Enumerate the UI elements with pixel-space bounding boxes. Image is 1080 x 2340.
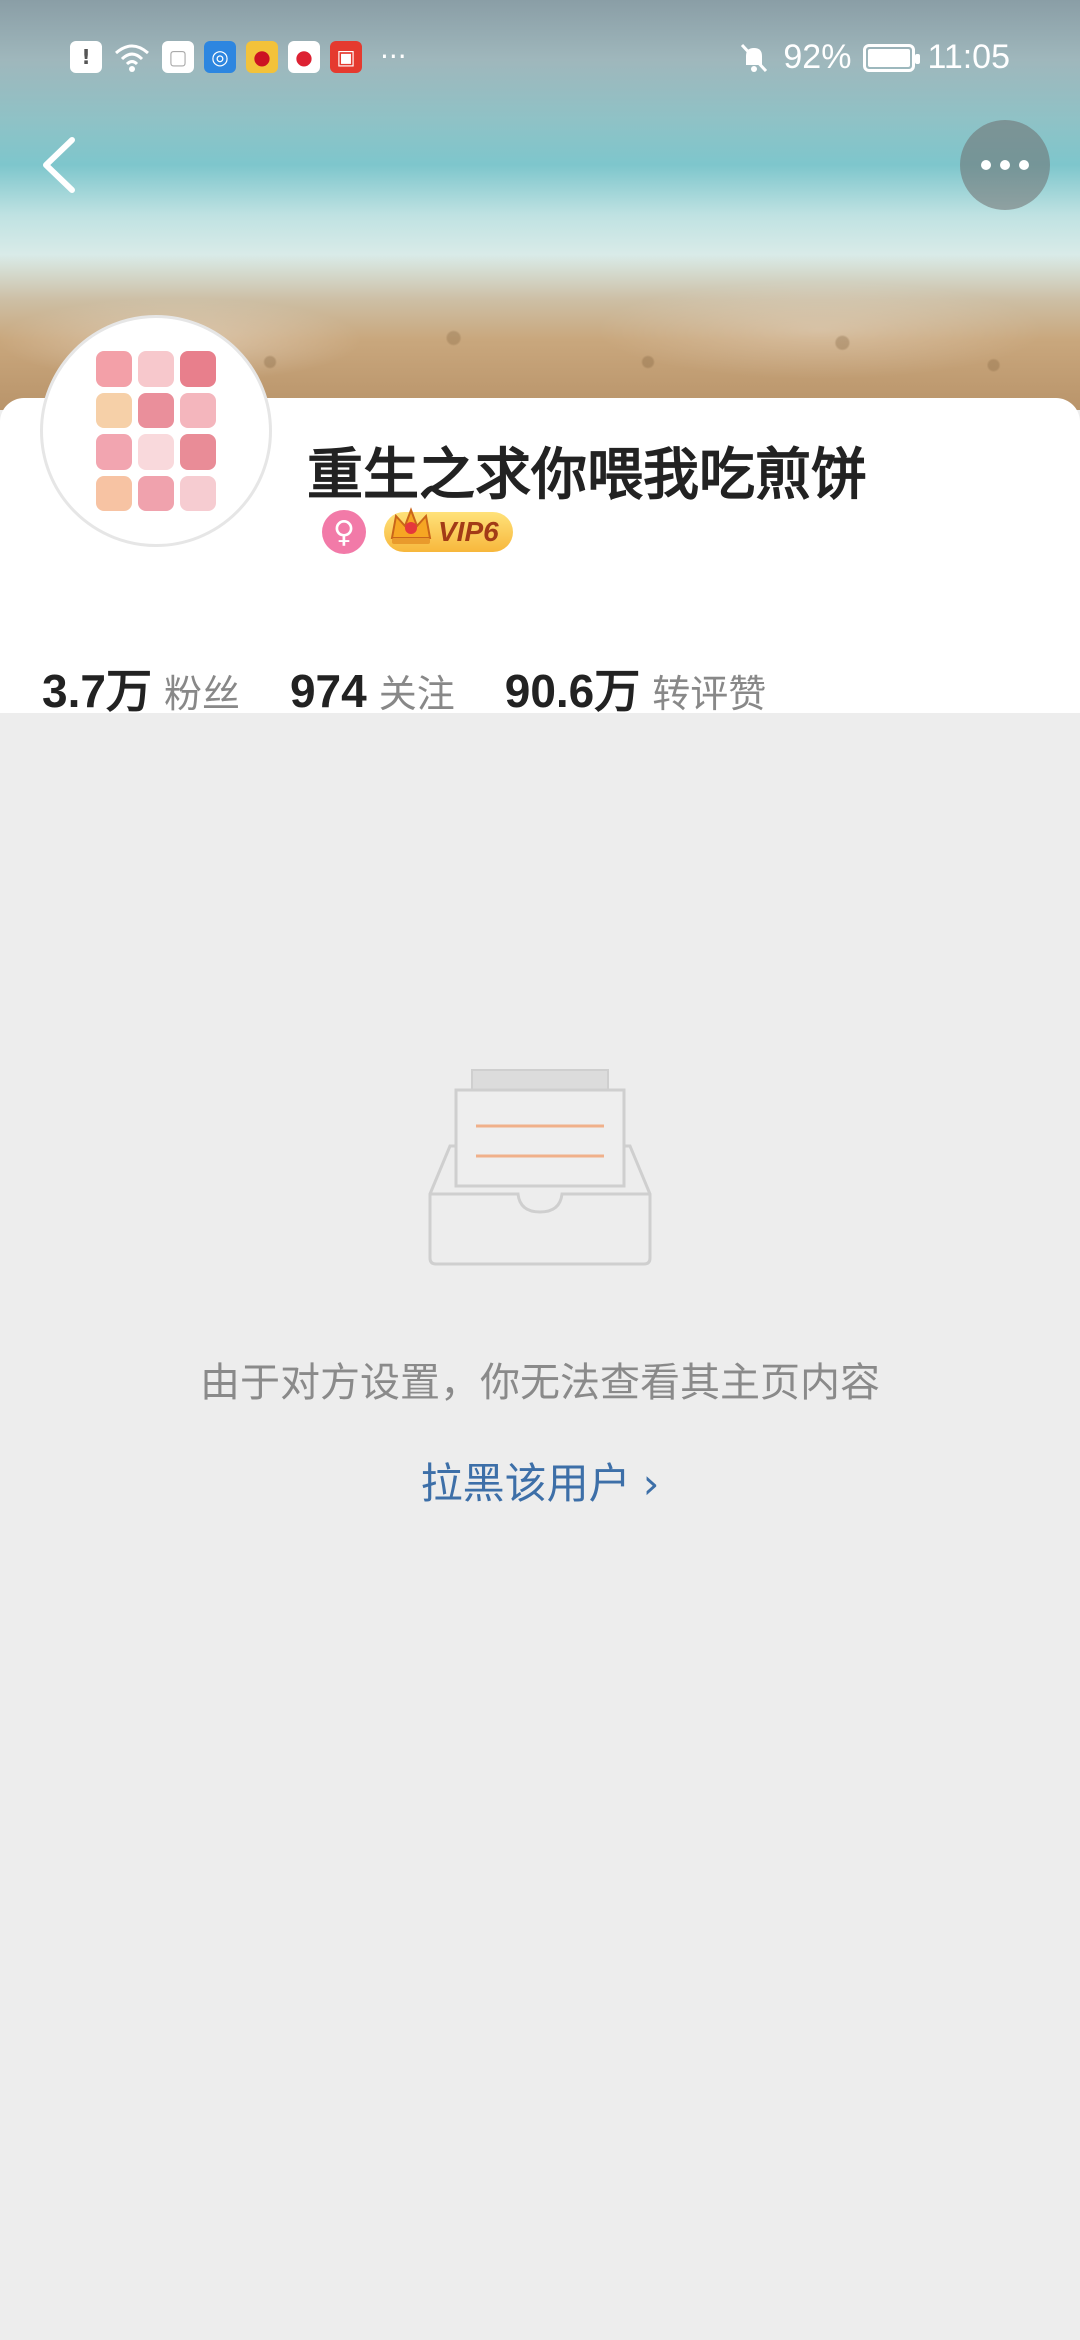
status-bar: ! ▢ ◎ ● ● ▣ ··· 92% 11:05 xyxy=(0,0,1080,120)
female-gender-icon: ♀ xyxy=(322,510,366,554)
weibo-icon: ● xyxy=(288,40,320,73)
back-button[interactable] xyxy=(30,130,90,200)
avatar[interactable] xyxy=(40,315,272,547)
notification-app-icon: ▢ xyxy=(162,40,194,73)
browser-app-icon: ◎ xyxy=(204,40,236,73)
battery-percent: 92% xyxy=(783,38,852,76)
dot xyxy=(1000,160,1010,170)
video-app-icon: ▣ xyxy=(330,40,362,73)
mute-bell-icon xyxy=(741,43,768,72)
block-user-label: 拉黑该用户 xyxy=(420,1459,631,1508)
empty-inbox-icon xyxy=(428,1069,652,1266)
crown-icon xyxy=(390,507,432,544)
more-notifications-indicator: ··· xyxy=(380,40,407,73)
more-options-button[interactable] xyxy=(960,120,1050,210)
chevron-right-icon: › xyxy=(642,1459,660,1508)
badges: ♀ VIP6 xyxy=(322,507,513,554)
dot xyxy=(1019,160,1029,170)
notification-icons: ! ▢ ◎ ● ● ▣ ··· xyxy=(70,40,407,73)
battery-icon xyxy=(863,43,921,72)
avatar-image xyxy=(96,351,216,511)
wifi-icon xyxy=(115,44,149,72)
stat-label: 粉丝 xyxy=(163,672,240,716)
status-right: 92% 11:05 xyxy=(737,38,1010,77)
empty-state-message: 由于对方设置，你无法查看其主页内容 xyxy=(200,1360,880,1406)
vip-badge[interactable]: VIP6 xyxy=(384,507,513,552)
stat-value: 3.7万 xyxy=(42,665,152,717)
weibo-icon: ● xyxy=(246,40,278,73)
stat-label: 关注 xyxy=(378,672,455,716)
profile-stats: 3.7万 粉丝 974 关注 90.6万 转评赞 xyxy=(42,655,816,721)
stat-value: 90.6万 xyxy=(504,665,641,717)
username: 重生之求你喂我吃煎饼 xyxy=(307,443,867,508)
vip-level: VIP6 xyxy=(438,516,499,547)
stat-followers[interactable]: 3.7万 粉丝 xyxy=(42,655,240,721)
block-user-link[interactable]: 拉黑该用户 › xyxy=(0,1450,1080,1511)
alert-icon: ! xyxy=(70,40,102,73)
clock: 11:05 xyxy=(927,38,1010,76)
chevron-left-icon xyxy=(43,137,75,193)
stat-label: 转评赞 xyxy=(652,672,767,716)
dot xyxy=(981,160,991,170)
stat-interactions[interactable]: 90.6万 转评赞 xyxy=(505,655,767,721)
stat-value: 974 xyxy=(289,665,367,717)
stat-following[interactable]: 974 关注 xyxy=(290,663,455,718)
